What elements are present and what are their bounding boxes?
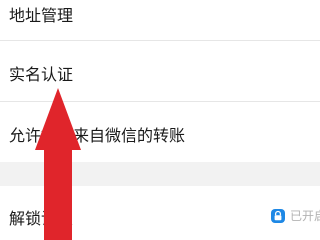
section-separator — [0, 162, 320, 186]
settings-item-address[interactable]: 地址管理 — [0, 0, 320, 40]
settings-screen: 地址管理 实名认证 允许接收来自微信的转账 解锁设置 已开启 — [0, 0, 320, 240]
unlock-status-text: 已开启 — [289, 209, 320, 223]
realname-verification-label: 实名认证 — [9, 65, 74, 84]
unlock-status: 已开启 — [270, 207, 320, 224]
settings-item-realname[interactable]: 实名认证 — [0, 41, 320, 101]
unlock-settings-label: 解锁设置 — [9, 209, 74, 228]
lock-icon — [270, 208, 285, 223]
address-management-label: 地址管理 — [9, 6, 74, 25]
wechat-transfer-label: 允许接收来自微信的转账 — [9, 126, 186, 145]
settings-item-wechat-transfer[interactable]: 允许接收来自微信的转账 — [0, 102, 320, 162]
